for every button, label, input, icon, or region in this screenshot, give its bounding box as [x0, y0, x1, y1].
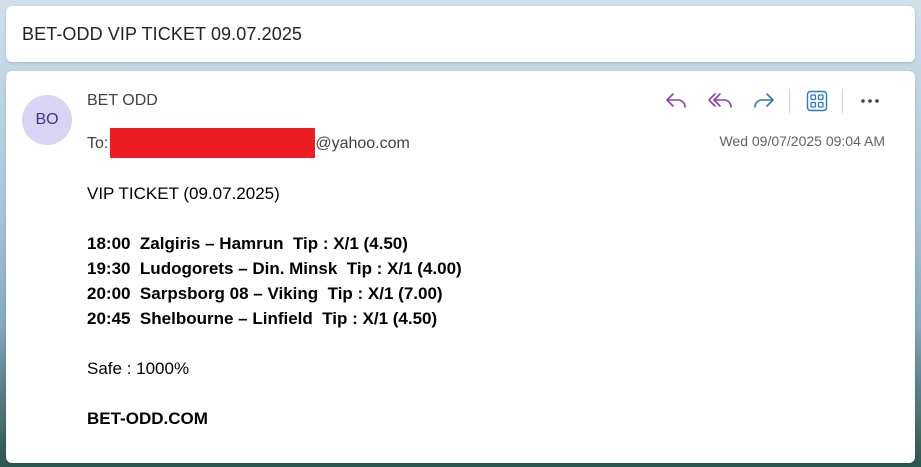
email-message: BO BET ODD To: @yahoo.com Wed 09/07/2025…: [6, 71, 915, 463]
more-actions-button[interactable]: [855, 88, 885, 114]
ticket-heading: VIP TICKET (09.07.2025): [87, 184, 280, 203]
forward-icon: [754, 93, 774, 108]
reply-all-button[interactable]: [705, 88, 735, 114]
reply-button[interactable]: [661, 88, 691, 114]
recipient-domain: @yahoo.com: [315, 135, 410, 152]
safe-line: Safe : 1000%: [87, 359, 190, 378]
message-actions: [661, 88, 885, 114]
toolbar-divider: [842, 89, 843, 113]
reply-icon: [666, 93, 686, 108]
recipient-line: To: @yahoo.com: [87, 128, 410, 158]
toolbar-divider: [789, 89, 790, 113]
forward-button[interactable]: [749, 88, 779, 114]
to-label: To:: [87, 135, 109, 152]
more-icon: [861, 99, 879, 103]
email-body: VIP TICKET (09.07.2025) 18:00 Zalgiris –…: [87, 181, 462, 431]
sent-date: Wed 09/07/2025 09:04 AM: [719, 133, 885, 149]
apps-icon: [806, 90, 828, 112]
match-line: 18:00 Zalgiris – Hamrun Tip : X/1 (4.50): [87, 234, 408, 253]
email-subject: BET-ODD VIP TICKET 09.07.2025: [22, 24, 303, 44]
apps-button[interactable]: [802, 88, 832, 114]
match-line: 20:00 Sarpsborg 08 – Viking Tip : X/1 (7…: [87, 284, 443, 303]
sender-name[interactable]: BET ODD: [87, 92, 158, 110]
avatar-initials: BO: [35, 111, 59, 128]
reply-all-icon: [708, 93, 732, 108]
site-name: BET-ODD.COM: [87, 409, 208, 428]
avatar[interactable]: BO: [22, 95, 72, 145]
match-line: 19:30 Ludogorets – Din. Minsk Tip : X/1 …: [87, 259, 462, 278]
match-line: 20:45 Shelbourne – Linfield Tip : X/1 (4…: [87, 309, 438, 328]
subject-header: BET-ODD VIP TICKET 09.07.2025: [6, 6, 915, 62]
match-list: 18:00 Zalgiris – Hamrun Tip : X/1 (4.50)…: [87, 231, 462, 331]
redacted-recipient: [110, 128, 316, 158]
